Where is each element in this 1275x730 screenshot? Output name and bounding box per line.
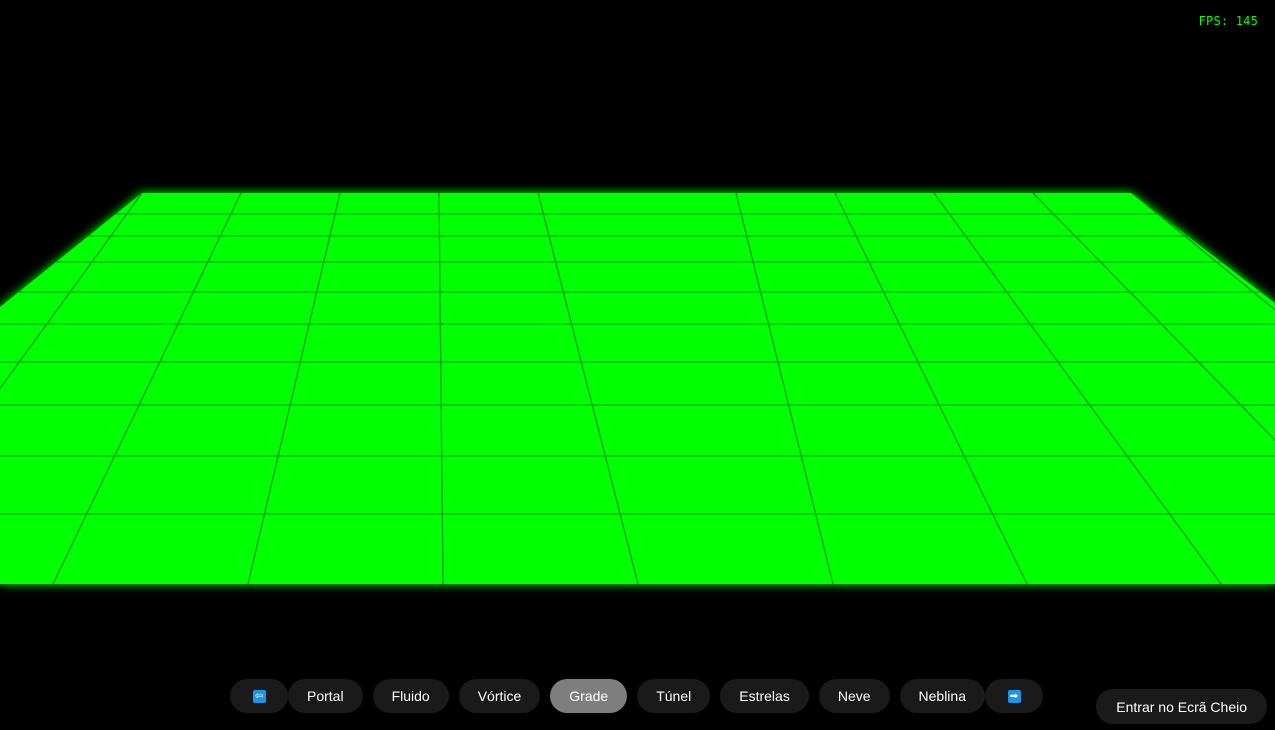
effect-button-vortice[interactable]: Vórtice — [458, 679, 541, 713]
previous-effect-button[interactable]: ⇦ — [230, 679, 288, 713]
next-effect-button[interactable]: ➡ — [985, 679, 1043, 713]
right-arrow-icon: ➡ — [1007, 689, 1021, 703]
effect-nav-bar: ⇦ Portal Fluido Vórtice Grade Túnel Estr… — [230, 678, 1043, 714]
effect-button-neblina[interactable]: Neblina — [899, 679, 985, 713]
effect-button-tunel[interactable]: Túnel — [637, 679, 711, 713]
grid-scene-canvas — [0, 193, 1275, 584]
enter-fullscreen-button[interactable]: Entrar no Ecrã Cheio — [1096, 689, 1267, 724]
left-arrow-icon: ⇦ — [252, 689, 266, 703]
fps-counter: FPS: 145 — [1198, 14, 1258, 28]
effect-button-portal[interactable]: Portal — [288, 679, 363, 713]
effect-button-grade[interactable]: Grade — [550, 679, 628, 713]
grid-floor-plane — [0, 193, 1275, 584]
effect-button-fluido[interactable]: Fluido — [372, 679, 449, 713]
effect-button-estrelas[interactable]: Estrelas — [720, 679, 809, 713]
effect-button-neve[interactable]: Neve — [818, 679, 890, 713]
